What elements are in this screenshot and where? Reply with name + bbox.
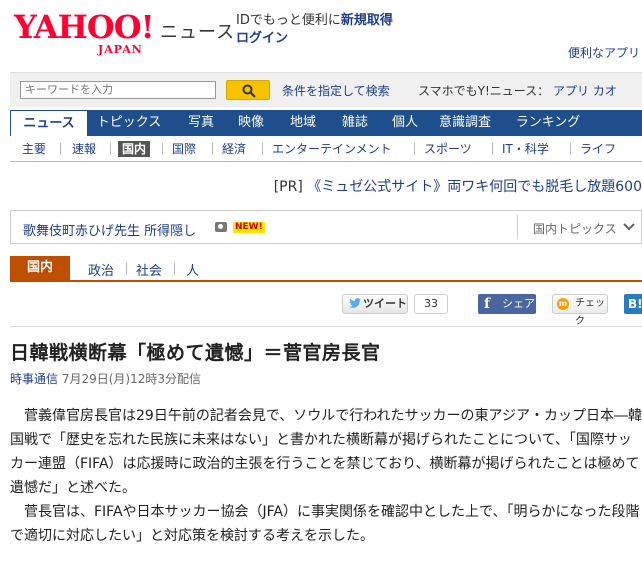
category-society[interactable]: 社会 [136, 260, 162, 279]
tab-topics[interactable]: トピックス [90, 110, 168, 136]
subnav-item-entertainment[interactable]: エンターテインメント [272, 141, 392, 157]
login-box: IDでもっと便利に新規取得 ログイン [236, 12, 393, 48]
tweet-label: ツイート [363, 297, 407, 310]
subnav-item-economy[interactable]: 経済 [222, 141, 246, 157]
separator [126, 263, 127, 275]
separator [162, 143, 163, 155]
smartphone-label: スマホでもY!ニュース： [418, 84, 550, 98]
useful-apps-link[interactable]: 便利なアプリ [568, 44, 640, 61]
category-people[interactable]: 人 [186, 260, 199, 279]
category-active[interactable]: 国内 [10, 256, 70, 280]
subnav-item-domestic[interactable]: 国内 [118, 141, 151, 157]
tweet-button[interactable]: ツイート [342, 294, 408, 314]
subnav-item-life[interactable]: ライフ [580, 141, 616, 157]
divider [10, 326, 642, 327]
separator [570, 143, 571, 155]
social-buttons: ツイート 33 f シェア m チェック B! [0, 292, 642, 327]
article-body: 菅義偉官房長官は29日午前の記者会見で、ソウルで行われたサッカーの東アジア・カッ… [10, 404, 642, 548]
yahoo-japan-logo[interactable]: YAHOO! JAPAN [14, 8, 155, 56]
new-badge: NEW! [233, 222, 265, 233]
tab-news[interactable]: ニュース [10, 110, 88, 136]
tab-individual[interactable]: 個人 [382, 110, 428, 136]
domestic-topics-dropdown[interactable]: 国内トピックス [533, 220, 617, 237]
facebook-share-button[interactable]: f シェア [478, 294, 536, 314]
tab-photos[interactable]: 写真 [178, 110, 224, 136]
topic-link[interactable]: 歌舞伎町赤ひげ先生 所得隠し [23, 220, 196, 239]
tab-video[interactable]: 映像 [228, 110, 274, 136]
article-source-link[interactable]: 時事通信 [10, 372, 58, 386]
separator [492, 143, 493, 155]
mixi-icon: m [557, 298, 569, 310]
camera-icon [215, 222, 227, 232]
subnav-item-main[interactable]: 主要 [22, 141, 46, 157]
search-button[interactable] [226, 80, 270, 100]
article-headline: 日韓戦横断幕「極めて遺憾」＝菅官房長官 [10, 342, 381, 364]
divider [517, 215, 518, 239]
article-date: 7月29日(月)12時3分配信 [61, 372, 202, 386]
register-link[interactable]: 新規取得 [341, 13, 393, 28]
separator [262, 143, 263, 155]
article-paragraph: 菅義偉官房長官は29日午前の記者会見で、ソウルで行われたサッカーの東アジア・カッ… [10, 408, 642, 496]
separator [414, 143, 415, 155]
logo-sub: JAPAN [98, 43, 143, 56]
pr-link[interactable]: 《ミュゼ公式サイト》両ワキ何回でも脱毛し放題600 [307, 179, 642, 195]
login-link[interactable]: ログイン [236, 30, 393, 48]
main-nav: ニュース トピックス 写真 映像 地域 雑誌 個人 意識調査 ランキング [10, 110, 642, 136]
separator [110, 143, 111, 155]
twitter-bird-icon [349, 298, 361, 308]
sub-nav: 主要 速報 国内 国際 経済 エンターテインメント スポーツ IT・科学 ライフ [10, 137, 642, 162]
smartphone-promo: スマホでもY!ニュース： アプリ カオ [418, 82, 617, 99]
tab-ranking[interactable]: ランキング [510, 110, 586, 136]
subnav-item-sports[interactable]: スポーツ [424, 141, 472, 157]
search-input[interactable] [20, 81, 216, 99]
chevron-down-icon[interactable] [623, 223, 635, 231]
tab-survey[interactable]: 意識調査 [432, 110, 498, 136]
service-name[interactable]: ニュース [160, 18, 235, 44]
category-row: 国内 政治 社会 人 [10, 256, 642, 282]
separator [174, 263, 175, 275]
login-prompt-text: IDでもっと便利に [236, 13, 341, 28]
pr-ad: [PR] 《ミュゼ公式サイト》両ワキ何回でも脱毛し放題600 [274, 176, 642, 196]
article-byline: 時事通信 7月29日(月)12時3分配信 [10, 370, 201, 387]
article-paragraph: 菅長官は、FIFAや日本サッカー協会（JFA）に事実関係を確認中とした上で、「明… [10, 504, 640, 544]
tab-local[interactable]: 地域 [280, 110, 326, 136]
mixi-check-button[interactable]: m チェック [552, 294, 608, 327]
facebook-icon: f [484, 296, 491, 312]
subnav-item-breaking[interactable]: 速報 [72, 141, 96, 157]
logo-wordmark: YAHOO! [14, 8, 155, 46]
separator [60, 143, 61, 155]
tab-magazine[interactable]: 雑誌 [332, 110, 378, 136]
kao-link[interactable]: カオ [593, 84, 617, 98]
search-icon [242, 84, 256, 98]
separator [212, 143, 213, 155]
subnav-item-world[interactable]: 国際 [172, 141, 196, 157]
advanced-search-link[interactable]: 条件を指定して検索 [282, 82, 390, 99]
category-politics[interactable]: 政治 [88, 260, 114, 279]
site-header: YAHOO! JAPAN ニュース IDでもっと便利に新規取得 ログイン 便利な… [0, 0, 642, 70]
subnav-item-it-science[interactable]: IT・科学 [502, 141, 549, 157]
search-bar: 条件を指定して検索 スマホでもY!ニュース： アプリ カオ [10, 72, 642, 107]
topic-bar: 歌舞伎町赤ひげ先生 所得隠し NEW! 国内トピックス [10, 210, 642, 244]
hatena-bookmark-button[interactable]: B! [624, 294, 642, 314]
tweet-count: 33 [414, 294, 448, 314]
login-prompt: IDでもっと便利に新規取得 [236, 12, 393, 30]
app-link[interactable]: アプリ [553, 84, 589, 98]
pr-tag: [PR] [273, 179, 303, 195]
share-label: シェア [502, 297, 535, 310]
